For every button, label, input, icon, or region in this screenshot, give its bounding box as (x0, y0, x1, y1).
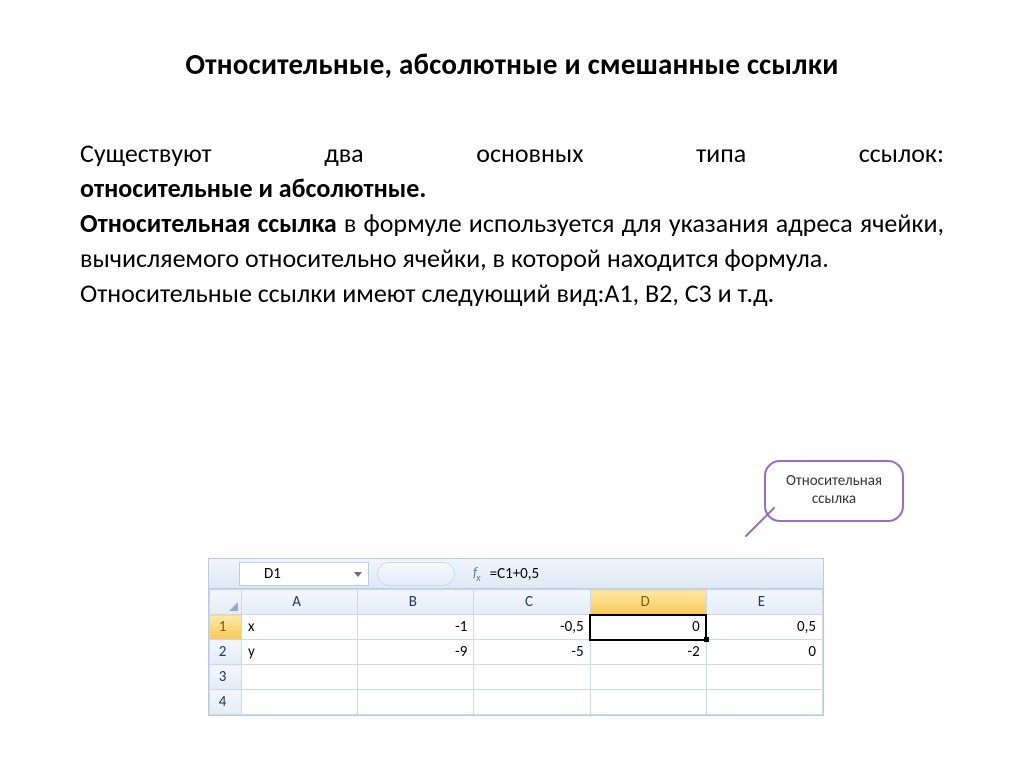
cell[interactable]: -1 (358, 615, 474, 640)
slide-title: Относительные, абсолютные и смешанные сс… (80, 46, 944, 82)
row-header[interactable]: 3 (210, 665, 242, 690)
row-header[interactable]: 1 (210, 615, 242, 640)
t1b: два (324, 136, 363, 171)
name-box-value: D1 (264, 565, 281, 583)
callout-line2: ссылка (782, 490, 886, 508)
cell[interactable] (242, 665, 358, 690)
t1d: типа (696, 136, 746, 171)
t1a: Существуют (80, 136, 212, 171)
cell[interactable] (706, 690, 822, 715)
t1e: ссылок: (859, 136, 944, 171)
excel-snippet: D1 fx =C1+0,5 A B C D E 1x-1-0,500,52y-9… (208, 558, 824, 716)
cell[interactable]: -5 (474, 640, 590, 665)
bold-2: Относительная ссылка (80, 207, 337, 239)
cell[interactable] (474, 665, 590, 690)
col-header[interactable]: B (358, 590, 474, 615)
cell[interactable] (474, 690, 590, 715)
cell[interactable]: 0 (590, 615, 706, 640)
name-box[interactable]: D1 (239, 562, 369, 586)
col-header[interactable]: E (706, 590, 822, 615)
cell[interactable] (358, 690, 474, 715)
cell[interactable]: 0,5 (706, 615, 822, 640)
formula-value[interactable]: =C1+0,5 (490, 565, 540, 583)
col-header[interactable]: C (474, 590, 590, 615)
bold-1: относительные и абсолютные. (80, 172, 426, 204)
slide-body: Существуют два основных типа ссылок: отн… (80, 136, 944, 311)
cell[interactable]: -2 (590, 640, 706, 665)
spreadsheet-grid[interactable]: A B C D E 1x-1-0,500,52y-9-5-2034 (209, 589, 823, 715)
cell[interactable] (590, 690, 706, 715)
cell[interactable]: -0,5 (474, 615, 590, 640)
fx-icon[interactable]: fx (473, 564, 480, 584)
t1c: основных (476, 136, 583, 171)
cell[interactable] (706, 665, 822, 690)
formula-bar: D1 fx =C1+0,5 (209, 559, 823, 589)
cell[interactable]: y (242, 640, 358, 665)
callout-line1: Относительная (782, 472, 886, 490)
col-header[interactable]: A (242, 590, 358, 615)
rest-2: Относительные ссылки имеют следующий вид… (80, 277, 774, 309)
cell[interactable]: -9 (358, 640, 474, 665)
cell[interactable] (590, 665, 706, 690)
cell[interactable] (358, 665, 474, 690)
row-header[interactable]: 2 (210, 640, 242, 665)
cell[interactable] (242, 690, 358, 715)
callout-pointer-icon (734, 502, 784, 542)
col-header-active[interactable]: D (590, 590, 706, 615)
select-all-corner[interactable] (210, 590, 242, 615)
callout: Относительная ссылка (764, 460, 904, 522)
formula-buttons[interactable] (377, 562, 455, 586)
cell[interactable]: 0 (706, 640, 822, 665)
row-header[interactable]: 4 (210, 690, 242, 715)
cell[interactable]: x (242, 615, 358, 640)
